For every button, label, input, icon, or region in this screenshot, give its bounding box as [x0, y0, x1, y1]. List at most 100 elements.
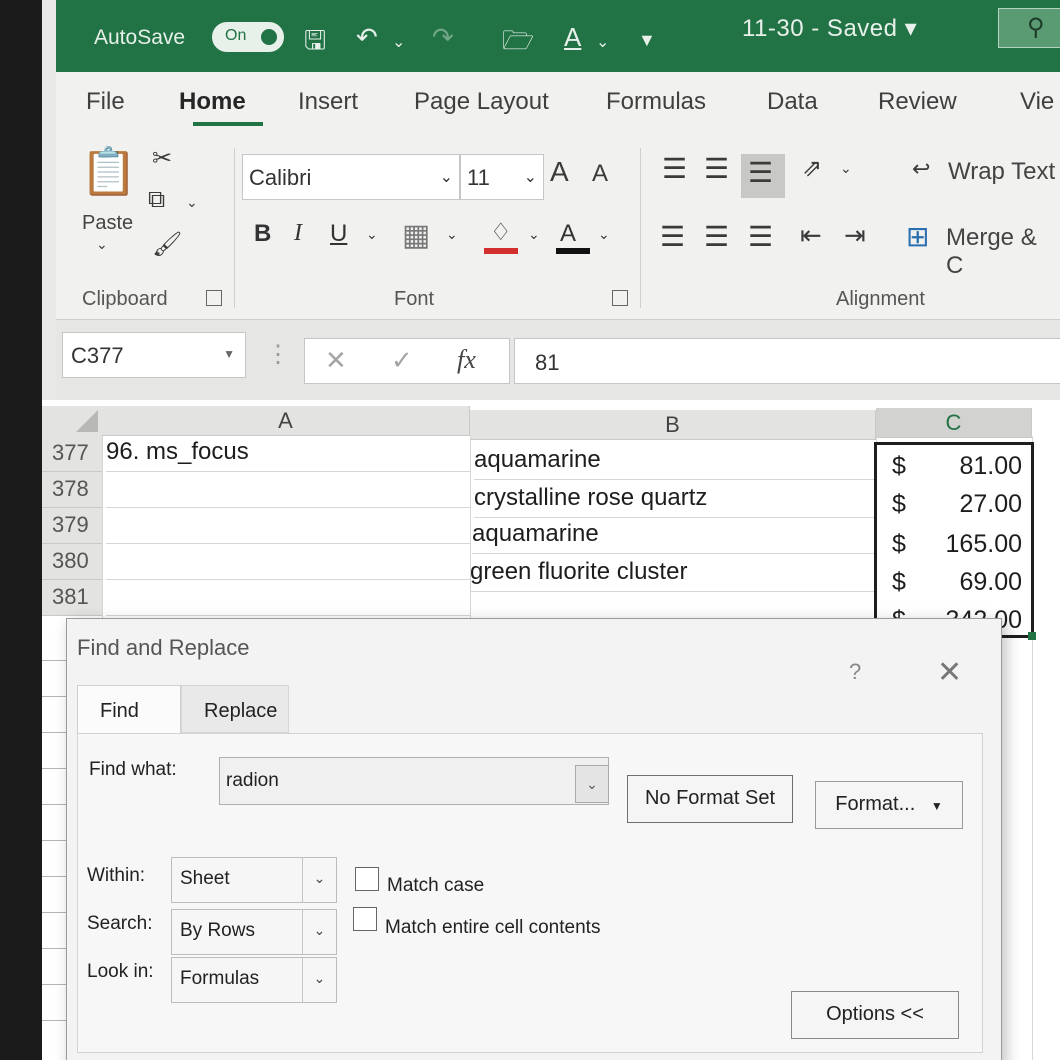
- autosave-toggle[interactable]: On: [212, 22, 284, 52]
- font-size-dropdown[interactable]: 11 ⌄: [460, 154, 544, 200]
- tab-home[interactable]: Home: [179, 88, 246, 116]
- chevron-down-icon[interactable]: ⌄: [598, 226, 610, 243]
- insert-function-icon[interactable]: fx: [457, 345, 476, 375]
- search-box[interactable]: ⚲: [998, 8, 1060, 48]
- tab-insert[interactable]: Insert: [298, 88, 358, 116]
- cell-b377[interactable]: aquamarine: [474, 446, 874, 480]
- format-painter-icon[interactable]: 🖌: [152, 230, 182, 259]
- customize-toolbar-icon[interactable]: ▼: [638, 30, 656, 51]
- no-format-set-button[interactable]: No Format Set: [627, 775, 793, 823]
- orientation-icon[interactable]: ⇗: [802, 154, 822, 183]
- title-bar: AutoSave On 🖫 ↶ ⌄ ↷ 🗁 A ⌄ ▼ 11-30 - Save…: [56, 0, 1060, 72]
- tab-formulas[interactable]: Formulas: [606, 88, 706, 116]
- paste-icon[interactable]: 📋: [80, 144, 137, 199]
- increase-indent-icon[interactable]: ⇥: [844, 220, 866, 251]
- align-right-icon[interactable]: ☰: [748, 220, 773, 253]
- chevron-down-icon[interactable]: ⌄: [840, 160, 852, 177]
- top-align-icon[interactable]: ☰: [662, 152, 687, 185]
- close-icon[interactable]: ✕: [937, 655, 962, 690]
- select-all-corner[interactable]: [42, 406, 102, 436]
- merge-center-button[interactable]: Merge & C: [946, 224, 1060, 280]
- cell-b379[interactable]: aquamarine: [472, 520, 874, 554]
- underline-button[interactable]: U: [330, 220, 347, 248]
- wrap-text-icon[interactable]: ↩: [912, 156, 930, 182]
- merge-icon[interactable]: ⊞: [906, 220, 929, 253]
- row-header[interactable]: 381: [42, 580, 102, 616]
- open-folder-icon[interactable]: 🗁: [502, 22, 534, 66]
- row-header[interactable]: 378: [42, 472, 102, 508]
- group-divider: [640, 148, 641, 308]
- fill-handle[interactable]: [1028, 632, 1036, 640]
- row-header[interactable]: 377: [42, 436, 102, 472]
- fill-color-icon[interactable]: ♢: [490, 218, 512, 247]
- row-header[interactable]: 379: [42, 508, 102, 544]
- cell-a379[interactable]: [106, 510, 470, 544]
- tab-replace[interactable]: Replace: [181, 685, 289, 733]
- formula-input[interactable]: 81: [514, 338, 1060, 384]
- cell-b378[interactable]: crystalline rose quartz: [474, 484, 874, 518]
- chevron-down-icon[interactable]: ⌄: [366, 226, 378, 243]
- search-label: Search:: [87, 913, 153, 934]
- cell-b380[interactable]: green fluorite cluster: [470, 558, 874, 592]
- middle-align-icon[interactable]: ☰: [704, 152, 729, 185]
- font-launcher-icon[interactable]: [612, 290, 628, 306]
- undo-icon[interactable]: ↶: [356, 22, 378, 53]
- redo-icon[interactable]: ↷: [432, 22, 454, 53]
- chevron-down-icon[interactable]: ⌄: [596, 32, 609, 52]
- options-button[interactable]: Options <<: [791, 991, 959, 1039]
- tab-view[interactable]: Vie: [1020, 88, 1054, 116]
- name-box[interactable]: C377 ▼: [62, 332, 246, 378]
- bold-button[interactable]: B: [254, 220, 271, 248]
- help-icon[interactable]: ?: [849, 659, 861, 685]
- cell-a377[interactable]: 96. ms_focus: [106, 438, 470, 472]
- align-center-icon[interactable]: ☰: [704, 220, 729, 253]
- column-header-b[interactable]: B: [470, 410, 876, 440]
- match-entire-cell-checkbox[interactable]: [353, 907, 377, 931]
- column-header-c[interactable]: C: [876, 408, 1032, 438]
- chevron-down-icon[interactable]: ⌄: [392, 32, 405, 52]
- cell-a378[interactable]: [106, 474, 470, 508]
- tab-review[interactable]: Review: [878, 88, 957, 116]
- font-name-dropdown[interactable]: Calibri ⌄: [242, 154, 460, 200]
- search-select[interactable]: By Rows ⌄: [171, 909, 337, 955]
- cut-icon[interactable]: ✂: [152, 144, 172, 173]
- chevron-down-icon[interactable]: ⌄: [446, 226, 458, 243]
- decrease-indent-icon[interactable]: ⇤: [800, 220, 822, 251]
- cell-a381[interactable]: [106, 582, 470, 616]
- column-header-a[interactable]: A: [102, 406, 470, 436]
- look-in-select[interactable]: Formulas ⌄: [171, 957, 337, 1003]
- save-icon[interactable]: 🖫: [304, 22, 326, 66]
- tab-data[interactable]: Data: [767, 88, 818, 116]
- bottom-align-icon[interactable]: ☰: [748, 156, 773, 189]
- font-color-quick-icon[interactable]: A: [564, 22, 581, 53]
- clipboard-launcher-icon[interactable]: [206, 290, 222, 306]
- document-title[interactable]: 11-30 - Saved ▾: [742, 14, 917, 43]
- borders-icon[interactable]: ▦: [402, 218, 430, 253]
- find-what-input[interactable]: radion: [219, 757, 609, 805]
- within-select[interactable]: Sheet ⌄: [171, 857, 337, 903]
- match-case-checkbox[interactable]: [355, 867, 379, 891]
- format-button[interactable]: Format... ▼: [815, 781, 963, 829]
- chevron-down-icon[interactable]: ⌄: [575, 765, 609, 803]
- paste-label[interactable]: Paste: [82, 212, 133, 235]
- shrink-font-icon[interactable]: A: [592, 160, 608, 188]
- tab-page-layout[interactable]: Page Layout: [414, 88, 549, 116]
- match-entire-cell-label[interactable]: Match entire cell contents: [385, 917, 600, 939]
- row-header[interactable]: 380: [42, 544, 102, 580]
- align-left-icon[interactable]: ☰: [660, 220, 685, 253]
- cancel-icon[interactable]: ✕: [325, 345, 347, 376]
- chevron-down-icon[interactable]: ⌄: [186, 194, 198, 211]
- match-case-label[interactable]: Match case: [387, 875, 484, 897]
- enter-icon[interactable]: ✓: [391, 345, 413, 376]
- italic-button[interactable]: I: [294, 220, 302, 247]
- font-color-button[interactable]: A: [560, 220, 576, 248]
- ribbon-home: 📋 Paste ⌄ ✂ ⧉ ⌄ 🖌 Clipboard Calibri ⌄ 11…: [56, 134, 1060, 320]
- tab-find[interactable]: Find: [77, 685, 181, 733]
- grow-font-icon[interactable]: A: [550, 156, 569, 188]
- chevron-down-icon[interactable]: ⌄: [528, 226, 540, 243]
- chevron-down-icon[interactable]: ⌄: [96, 236, 108, 253]
- tab-file[interactable]: File: [86, 88, 125, 116]
- cell-a380[interactable]: [106, 546, 470, 580]
- wrap-text-button[interactable]: Wrap Text: [948, 158, 1055, 186]
- copy-icon[interactable]: ⧉: [148, 186, 165, 214]
